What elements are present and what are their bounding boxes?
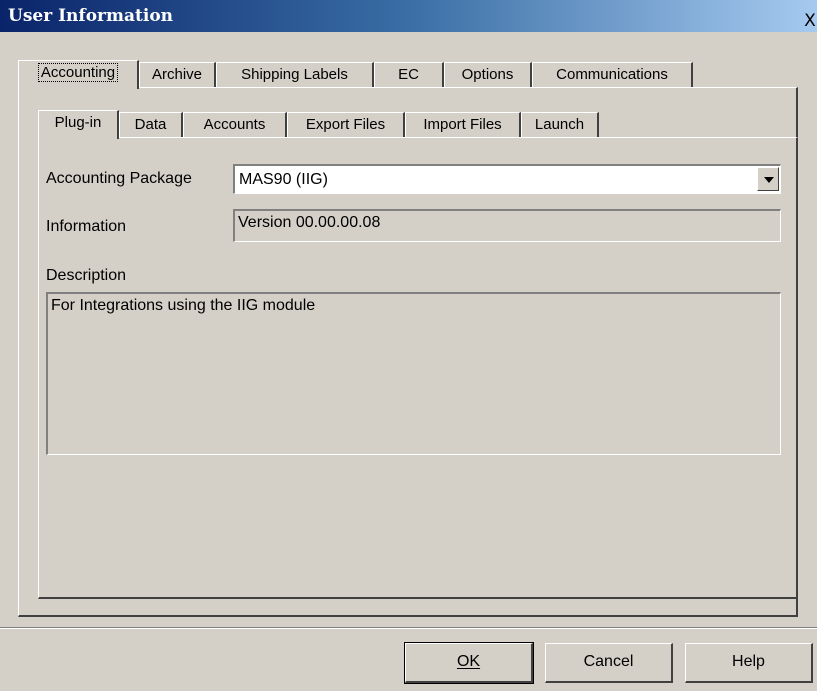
tab-accounting[interactable]: Accounting — [18, 60, 139, 89]
outer-tab-strip: Accounting Archive Shipping Labels EC Op… — [18, 60, 798, 89]
tab-launch[interactable]: Launch — [521, 112, 599, 137]
information-label: Information — [46, 218, 127, 235]
tab-plug-in[interactable]: Plug-in — [38, 110, 119, 139]
inner-tab-strip: Plug-in Data Accounts Export Files Impor… — [38, 110, 798, 139]
cancel-button-label: Cancel — [583, 653, 634, 670]
tab-data[interactable]: Data — [119, 112, 183, 137]
tab-shipping-labels[interactable]: Shipping Labels — [216, 62, 374, 87]
tab-launch-label: Launch — [534, 116, 585, 133]
tab-data-label: Data — [134, 116, 167, 133]
tab-export-files-label: Export Files — [305, 116, 386, 133]
ok-button-label: OK — [456, 653, 481, 670]
tab-plug-in-label: Plug-in — [54, 114, 102, 131]
tab-communications-label: Communications — [556, 66, 668, 83]
tab-shipping-labels-label: Shipping Labels — [241, 66, 348, 83]
tab-accounts[interactable]: Accounts — [183, 112, 287, 137]
accounting-package-dropdown[interactable]: MAS90 (IIG) — [233, 164, 781, 194]
ok-button[interactable]: OK — [404, 642, 534, 684]
dropdown-arrow-icon[interactable] — [757, 167, 779, 191]
tab-options-label: Options — [461, 66, 514, 83]
cancel-button[interactable]: Cancel — [545, 643, 673, 683]
bottom-separator — [0, 627, 817, 629]
information-field: Version 00.00.00.08 — [233, 209, 781, 242]
title-bar: User Information — [0, 0, 817, 32]
tab-archive[interactable]: Archive — [139, 62, 216, 87]
tab-export-files[interactable]: Export Files — [287, 112, 405, 137]
tab-options[interactable]: Options — [444, 62, 532, 87]
description-value: For Integrations using the IIG module — [51, 297, 316, 314]
close-icon[interactable]: X — [803, 12, 817, 30]
tab-ec-label: EC — [398, 66, 419, 83]
tab-accounting-label: Accounting — [37, 63, 119, 82]
tab-communications[interactable]: Communications — [532, 62, 693, 87]
accounting-package-value: MAS90 (IIG) — [239, 171, 328, 188]
information-value: Version 00.00.00.08 — [238, 214, 381, 231]
accounting-package-label: Accounting Package — [46, 170, 192, 187]
tab-import-files-label: Import Files — [423, 116, 502, 133]
description-label: Description — [46, 267, 127, 284]
tab-import-files[interactable]: Import Files — [405, 112, 521, 137]
description-textarea[interactable]: For Integrations using the IIG module — [46, 292, 781, 455]
help-button[interactable]: Help — [685, 643, 813, 683]
window-title: User Information — [8, 6, 174, 26]
help-button-label: Help — [732, 653, 765, 670]
tab-ec[interactable]: EC — [374, 62, 444, 87]
tab-archive-label: Archive — [151, 66, 203, 83]
tab-accounts-label: Accounts — [203, 116, 266, 133]
